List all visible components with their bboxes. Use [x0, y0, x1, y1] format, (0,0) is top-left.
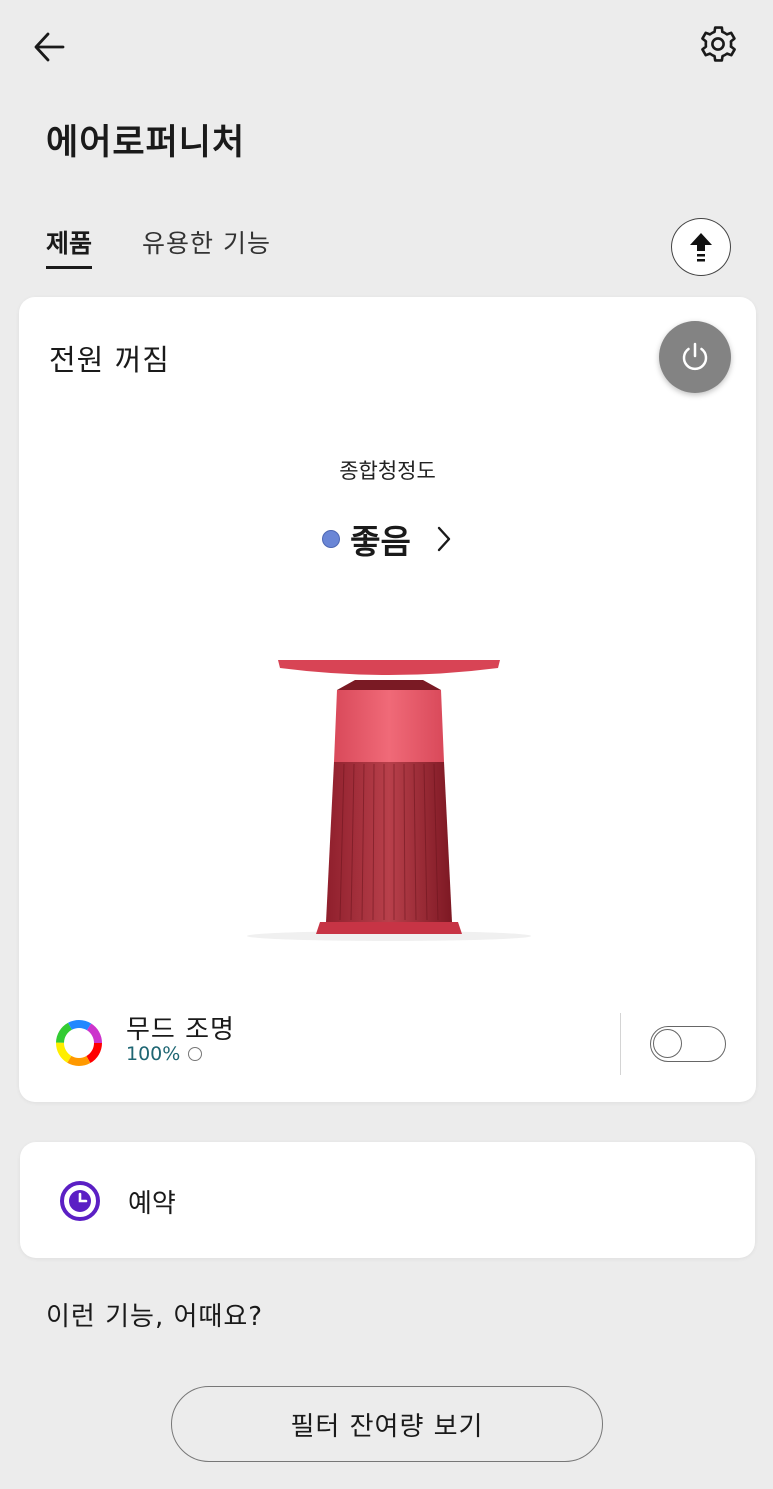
mood-light-toggle[interactable] — [650, 1026, 726, 1062]
air-purifier-image — [247, 660, 531, 941]
power-status-text: 전원 꺼짐 — [49, 343, 170, 377]
clock-icon — [60, 1181, 100, 1221]
back-button[interactable] — [26, 24, 72, 70]
tab-product[interactable]: 제품 — [46, 224, 93, 269]
schedule-label: 예약 — [128, 1189, 176, 1219]
upload-arrow-icon — [690, 233, 712, 262]
mood-light-brightness: 100% — [126, 1043, 203, 1065]
tab-useful-features[interactable]: 유용한 기능 — [142, 224, 271, 266]
device-card: 전원 꺼짐 종합청정도 좋음 무드 조명 100% — [19, 297, 756, 1102]
schedule-card[interactable]: 예약 — [20, 1142, 755, 1258]
air-quality-dot — [322, 530, 341, 548]
upload-button[interactable] — [671, 218, 731, 276]
circle-icon — [188, 1047, 203, 1061]
filter-remaining-button[interactable]: 필터 잔여량 보기 — [171, 1386, 603, 1462]
page-title: 에어로퍼니처 — [46, 123, 246, 163]
arrow-left-icon — [34, 32, 65, 62]
mood-light-brightness-value: 100% — [126, 1043, 181, 1065]
toggle-knob — [653, 1029, 682, 1058]
air-quality-value: 좋음 — [350, 522, 411, 561]
air-quality-status[interactable]: 좋음 — [19, 515, 756, 563]
chevron-right-icon — [437, 526, 451, 552]
power-icon — [682, 342, 708, 371]
air-quality-label: 종합청정도 — [339, 459, 436, 483]
color-wheel-icon — [56, 1020, 102, 1066]
divider — [620, 1013, 621, 1075]
mood-light-label: 무드 조명 — [126, 1015, 235, 1045]
settings-button[interactable] — [694, 20, 742, 68]
suggestions-title: 이런 기능, 어때요? — [46, 1302, 264, 1332]
gear-icon — [701, 26, 736, 62]
power-button[interactable] — [659, 321, 731, 393]
